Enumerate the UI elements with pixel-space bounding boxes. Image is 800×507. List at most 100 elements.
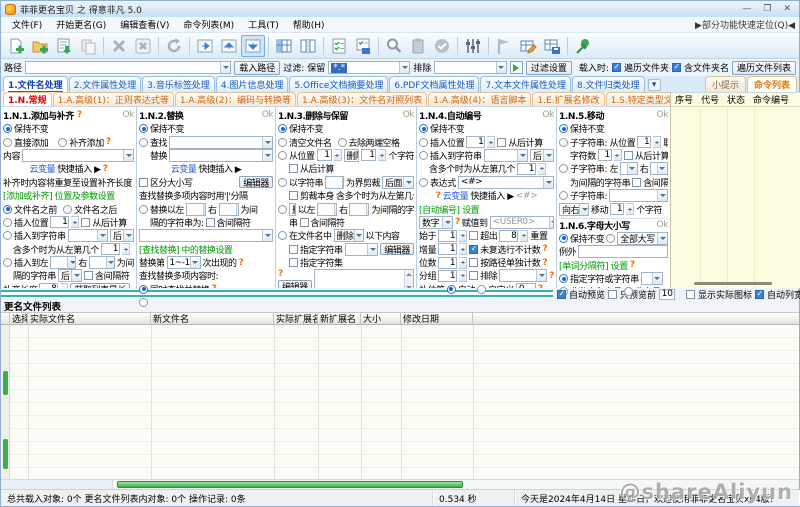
open-folder-button[interactable] — [28, 35, 52, 57]
spinner-arrows-icon[interactable] — [122, 243, 130, 255]
between-replace-input[interactable] — [139, 229, 273, 242]
include-separator-checkbox[interactable] — [206, 218, 215, 227]
delete-mode-select[interactable]: 删除 — [289, 203, 296, 216]
dropdown-arrow-icon[interactable] — [123, 230, 133, 241]
list-check-button[interactable] — [327, 35, 351, 57]
spinner-arrows-icon[interactable] — [520, 230, 528, 242]
expression-radio[interactable] — [419, 178, 428, 187]
editor-button[interactable]: 编辑器 — [380, 243, 414, 255]
dropdown-arrow-icon[interactable] — [652, 273, 662, 284]
left-string-input[interactable] — [186, 203, 206, 216]
in-name-delete-radio[interactable] — [278, 231, 287, 240]
col-actual-name[interactable]: 实际文件名 — [28, 313, 151, 324]
insert-pos-spinner[interactable]: 1 — [50, 216, 69, 228]
spinner-arrows-icon[interactable] — [459, 230, 467, 242]
nth-spinner[interactable]: 1 — [101, 243, 120, 255]
dropdown-arrow-icon[interactable] — [203, 204, 206, 215]
command-list-body[interactable] — [671, 107, 800, 288]
command-list-hscrollbar[interactable] — [694, 282, 772, 285]
menu-command-list[interactable]: 命令列表(M) — [176, 17, 241, 32]
spinner-arrows-icon[interactable] — [459, 270, 467, 282]
dropdown-arrow-icon[interactable] — [262, 230, 272, 241]
substring-between-radio[interactable] — [559, 164, 568, 173]
load-list-button[interactable] — [52, 35, 76, 57]
traverse-folders-checkbox[interactable] — [612, 63, 621, 72]
side-select[interactable]: 后 — [110, 229, 134, 242]
spinner-arrows-icon[interactable] — [538, 163, 546, 175]
insert-pos-radio[interactable] — [3, 218, 12, 227]
spinner-arrows-icon[interactable] — [626, 203, 634, 215]
specified-string-checkbox[interactable] — [289, 245, 298, 254]
help-icon[interactable]: ? — [436, 191, 441, 201]
exclude-filter-input[interactable] — [434, 61, 507, 74]
overflow-reset-checkbox[interactable] — [469, 231, 478, 240]
substring-input[interactable] — [609, 189, 668, 202]
include-separator-checkbox[interactable] — [300, 218, 309, 227]
check-circle-button[interactable] — [430, 35, 454, 57]
trim-spaces-radio[interactable] — [338, 138, 347, 147]
col-size[interactable]: 大小 — [361, 313, 401, 324]
col-new-ext[interactable]: 新扩展名 — [318, 313, 361, 324]
close-button[interactable]: ✕ — [783, 4, 791, 14]
left-scroll-strip[interactable] — [1, 325, 10, 479]
keep-radio[interactable] — [139, 124, 148, 133]
dropdown-arrow-icon[interactable] — [657, 190, 667, 201]
find-input[interactable] — [169, 136, 273, 149]
insert-to-string-radio[interactable] — [3, 231, 12, 240]
left-string-input[interactable] — [620, 162, 638, 175]
move-spinner[interactable]: 1 — [610, 203, 624, 215]
include-folder-name-checkbox[interactable] — [672, 63, 681, 72]
include-separator-checkbox[interactable] — [84, 271, 93, 280]
file-list-rows[interactable] — [10, 325, 799, 479]
table-freeze-button[interactable] — [272, 35, 296, 57]
tab-file-attr[interactable]: 2.文件属性处理 — [69, 76, 142, 92]
dropdown-arrow-icon[interactable] — [366, 204, 369, 215]
dropdown-arrow-icon[interactable] — [71, 270, 81, 281]
pad-add-radio[interactable] — [58, 138, 67, 147]
substring-radio[interactable] — [559, 191, 568, 200]
tab-text-attr[interactable]: 7.文本文件属性处理 — [480, 76, 571, 92]
increment-spinner[interactable]: 1 — [438, 243, 457, 255]
before-name-radio[interactable] — [3, 205, 12, 214]
clear-name-radio[interactable] — [278, 138, 287, 147]
main-tab-overflow-button[interactable]: ▾ — [648, 79, 661, 91]
subtab-encoding[interactable]: 1.A.高级(2)：编码与转换等 — [175, 92, 296, 106]
cloud-var-link[interactable]: 云变量 — [29, 162, 55, 175]
spinner-arrows-icon[interactable] — [71, 216, 79, 228]
charset-checkbox[interactable] — [289, 258, 298, 267]
pos-spinner[interactable]: 1 — [637, 136, 651, 148]
case-mode-radio[interactable] — [606, 234, 615, 243]
direct-add-radio[interactable] — [3, 138, 12, 147]
right-string-input[interactable] — [349, 203, 369, 216]
from-end-checkbox[interactable] — [81, 218, 90, 227]
insert-to-string-radio[interactable] — [419, 151, 428, 160]
direction-select[interactable]: 向右 — [559, 203, 589, 216]
auto-column-width-checkbox[interactable] — [755, 290, 764, 299]
number-type-select[interactable]: 数字 — [419, 216, 453, 229]
count-spinner[interactable]: 1 — [598, 149, 612, 161]
case-mode-select[interactable]: 全部大写 — [617, 232, 668, 245]
insert-pos-radio[interactable] — [419, 138, 428, 147]
spinner-arrows-icon[interactable] — [459, 257, 467, 269]
dropdown-arrow-icon[interactable] — [496, 62, 506, 73]
col-select[interactable]: 选择 — [10, 313, 28, 324]
dropdown-arrow-icon[interactable] — [403, 177, 413, 188]
col-cmd-number[interactable]: 命令编号 — [753, 93, 800, 106]
from-pos-radio[interactable] — [278, 151, 287, 160]
dropdown-arrow-icon[interactable] — [262, 150, 272, 161]
copy-list-button[interactable] — [76, 35, 100, 57]
col-index[interactable]: 序号 — [675, 93, 701, 106]
col-actual-ext[interactable]: 实际扩展名 — [274, 313, 318, 324]
panel-up-button[interactable] — [217, 35, 241, 57]
col-modified-date[interactable]: 修改日期 — [401, 313, 473, 324]
pushpin-button[interactable] — [571, 35, 595, 57]
spinner-arrows-icon[interactable] — [334, 149, 342, 161]
find-radio[interactable] — [139, 138, 148, 147]
group-spinner[interactable]: 1 — [438, 270, 457, 282]
insert-string-input[interactable] — [68, 229, 108, 242]
scrollbar-track[interactable] — [113, 480, 799, 489]
quick-insert-link[interactable]: 快捷插入 ▶ — [198, 162, 241, 175]
keep-radio[interactable] — [559, 234, 568, 243]
right-string-input[interactable] — [650, 162, 668, 175]
dropdown-arrow-icon[interactable] — [334, 204, 337, 215]
